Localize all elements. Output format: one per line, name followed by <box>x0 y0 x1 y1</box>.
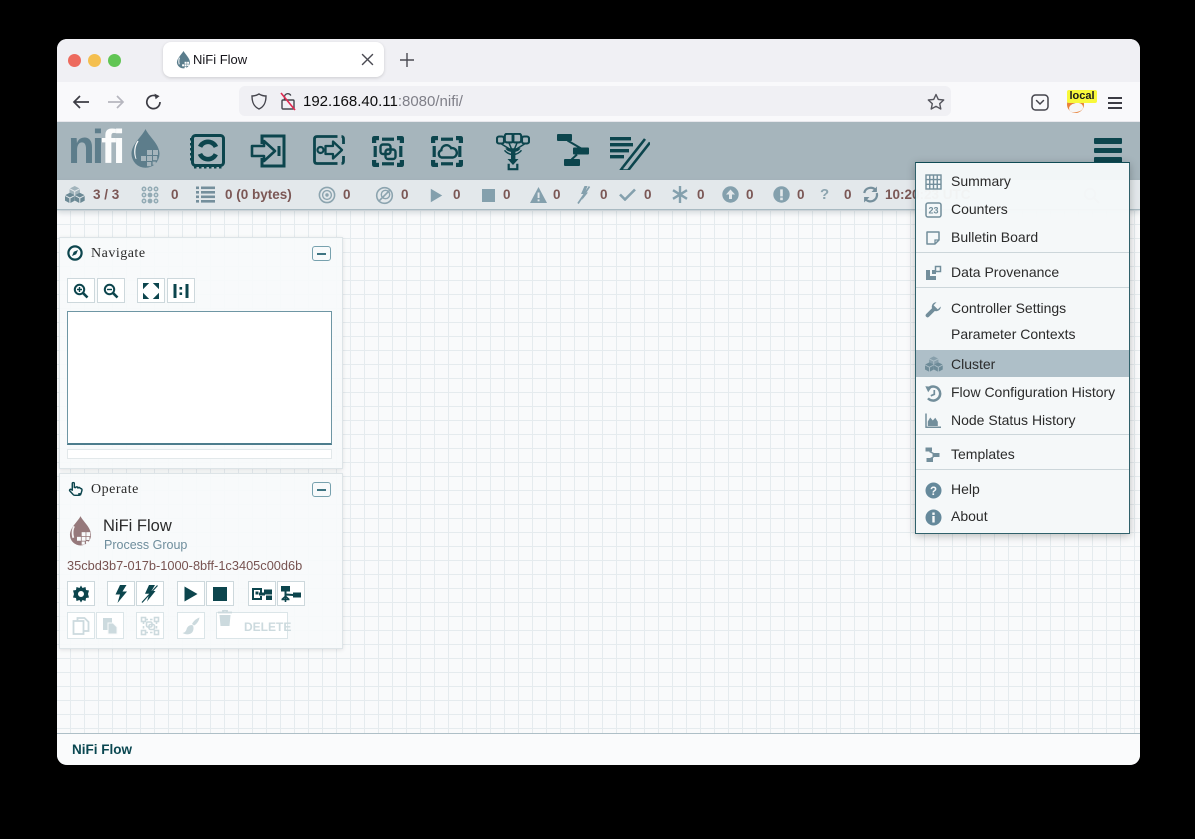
svg-text:?: ? <box>930 486 937 498</box>
svg-text:23: 23 <box>928 206 938 216</box>
